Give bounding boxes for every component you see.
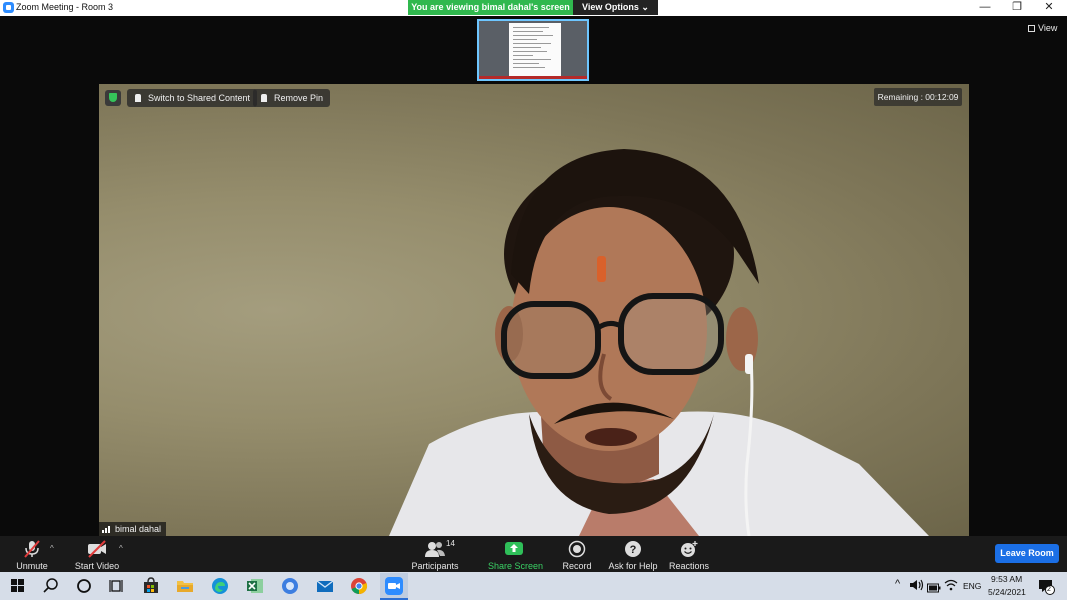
- window-title: Zoom Meeting - Room 3: [16, 2, 114, 12]
- share-screen-label: Share Screen: [488, 561, 544, 571]
- cortana-icon[interactable]: [75, 577, 93, 595]
- clock-date[interactable]: 5/24/2021: [988, 587, 1026, 597]
- notification-center-icon[interactable]: 2: [1037, 577, 1055, 595]
- chrome-icon[interactable]: [350, 577, 368, 595]
- shared-screen-thumbnail[interactable]: [477, 19, 589, 81]
- view-label: View: [1038, 23, 1058, 33]
- participants-label: Participants: [411, 561, 459, 571]
- zoom-meeting-window: Zoom Meeting - Room 3 — ❐ ✕ You are view…: [0, 0, 1067, 600]
- viewing-screen-banner: You are viewing bimal dahal's screen: [408, 0, 573, 15]
- participant-name-tag: bimal dahal: [99, 522, 167, 536]
- wifi-icon[interactable]: [944, 578, 958, 592]
- grid-icon: [1028, 25, 1035, 32]
- pin-icon: [261, 94, 267, 102]
- ask-for-help-label: Ask for Help: [608, 561, 658, 571]
- share-screen-button[interactable]: Share Screen: [488, 540, 544, 571]
- remaining-time: Remaining : 00:12:09: [874, 88, 962, 106]
- start-video-label: Start Video: [74, 561, 120, 571]
- signal-strength-icon: [102, 525, 112, 533]
- close-button[interactable]: ✕: [1034, 0, 1064, 16]
- zoom-taskbar-icon[interactable]: [380, 573, 408, 600]
- minimize-button[interactable]: —: [970, 0, 1000, 16]
- speaker-video: [99, 84, 969, 536]
- task-view-icon[interactable]: [108, 577, 126, 595]
- share-screen-icon: [488, 540, 540, 558]
- svg-text:?: ?: [630, 544, 637, 556]
- participants-button[interactable]: 14 Participants: [410, 539, 460, 571]
- volume-icon[interactable]: [909, 578, 924, 592]
- edge-browser-icon[interactable]: [211, 577, 229, 595]
- file-explorer-icon[interactable]: [176, 577, 194, 595]
- windows-start-icon[interactable]: [9, 577, 27, 595]
- leave-room-button[interactable]: Leave Room: [995, 544, 1059, 563]
- ask-for-help-button[interactable]: ? Ask for Help: [608, 540, 658, 571]
- record-label: Record: [562, 561, 592, 571]
- view-options-label: View Options: [582, 2, 639, 12]
- start-video-button[interactable]: Start Video: [74, 540, 120, 571]
- excel-icon[interactable]: [246, 577, 264, 595]
- reactions-button[interactable]: Reactions: [668, 540, 710, 571]
- speaker-video-frame: [389, 149, 929, 536]
- audio-options-caret[interactable]: ^: [50, 544, 54, 553]
- show-hidden-icons-button[interactable]: ^: [895, 578, 900, 590]
- browser-icon[interactable]: [281, 577, 299, 595]
- video-options-caret[interactable]: ^: [119, 544, 123, 553]
- zoom-app-icon: [3, 2, 14, 13]
- thumbnail-document: [509, 23, 561, 77]
- participants-icon: 14: [410, 539, 460, 558]
- remove-pin-label: Remove Pin: [274, 93, 324, 103]
- participant-name: bimal dahal: [115, 524, 162, 534]
- chevron-down-icon: ⌄: [641, 2, 649, 12]
- remove-pin-button[interactable]: Remove Pin: [253, 89, 331, 107]
- meeting-toolbar: Unmute ^ Start Video ^ 14 Participants S…: [0, 536, 1067, 572]
- view-layout-button[interactable]: View: [1028, 23, 1057, 33]
- participants-count: 14: [446, 539, 455, 548]
- view-options-button[interactable]: View Options ⌄: [573, 0, 658, 15]
- reactions-label: Reactions: [668, 561, 710, 571]
- help-icon: ?: [608, 540, 658, 558]
- thumbnail-status-bar: [479, 76, 587, 79]
- mail-icon[interactable]: [316, 577, 334, 595]
- record-button[interactable]: Record: [560, 540, 594, 571]
- clock-time[interactable]: 9:53 AM: [991, 574, 1022, 584]
- unmute-button[interactable]: Unmute: [14, 540, 50, 571]
- switch-to-shared-content-button[interactable]: Switch to Shared Content: [127, 89, 258, 107]
- video-off-icon: [74, 540, 120, 558]
- store-icon[interactable]: [142, 577, 160, 595]
- security-shield-icon[interactable]: [105, 90, 121, 106]
- record-icon: [560, 540, 594, 558]
- battery-icon[interactable]: [927, 580, 941, 593]
- unmute-label: Unmute: [16, 561, 48, 571]
- input-language[interactable]: ENG: [963, 581, 981, 591]
- notification-count: 2: [1047, 586, 1051, 593]
- windows-taskbar: ^ ENG 9:53 AM 5/24/2021 2: [0, 572, 1067, 600]
- search-icon[interactable]: [42, 577, 60, 595]
- smiley-icon: [668, 540, 710, 558]
- switch-to-shared-content-label: Switch to Shared Content: [148, 93, 251, 103]
- muted-microphone-icon: [14, 540, 50, 558]
- pin-icon: [135, 94, 141, 102]
- restore-button[interactable]: ❐: [1002, 0, 1032, 16]
